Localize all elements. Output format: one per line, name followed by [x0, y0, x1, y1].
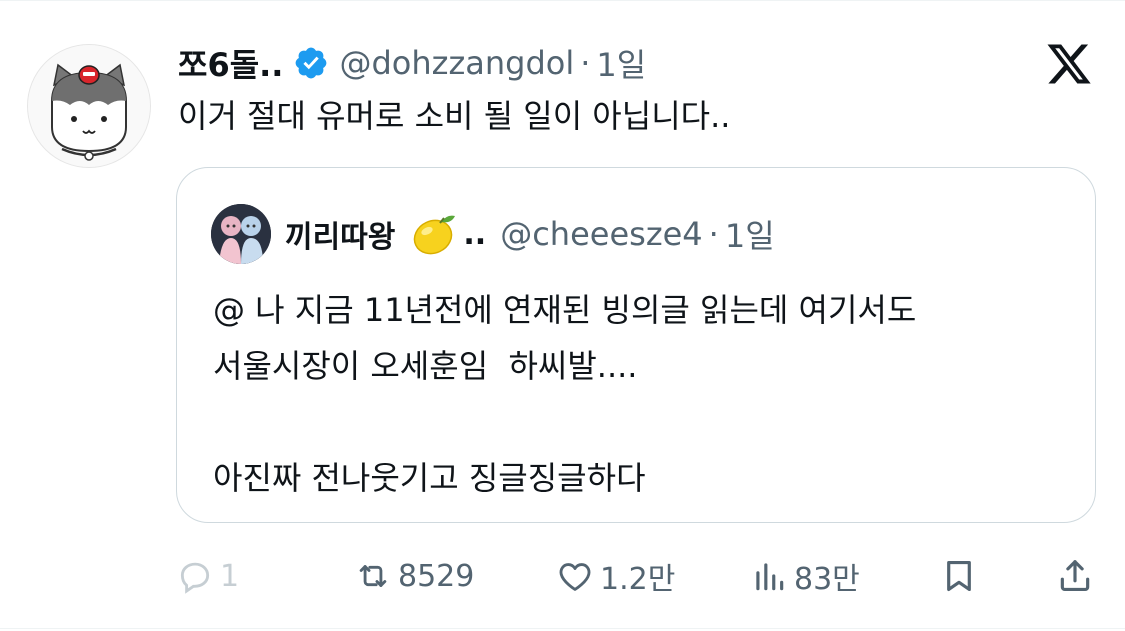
reply-button[interactable]: 1 [176, 550, 239, 602]
tweet-timestamp[interactable]: 1일 [596, 40, 646, 86]
bottom-divider [0, 628, 1125, 629]
quoted-tweet[interactable]: 끼리따왕 .. @cheeesze4 · 1일 @ 나 지금 11년전에 연재된… [176, 167, 1096, 523]
lemon-icon [407, 208, 459, 260]
analytics-icon [756, 563, 784, 591]
quoted-tweet-text: @ 나 지금 11년전에 연재된 빙의글 읽는데 여기서도 서울시장이 오세훈임… [213, 291, 917, 497]
retweet-count: 8529 [398, 558, 475, 594]
like-count: 1.2만 [600, 562, 676, 597]
top-divider [0, 0, 1125, 1]
separator-dot: · [580, 44, 591, 82]
share-icon [1060, 560, 1090, 592]
bookmark-icon [947, 560, 971, 592]
bookmark-button[interactable] [940, 550, 978, 602]
retweet-icon [359, 565, 387, 587]
like-button[interactable]: 1.2만 [556, 550, 675, 602]
author-avatar[interactable] [27, 44, 151, 168]
quoted-name-ellipsis: .. [463, 216, 487, 252]
author-display-name[interactable]: 쪼6돌.. [178, 40, 283, 86]
quoted-timestamp[interactable]: 1일 [725, 211, 775, 257]
tweet-header: 쪼6돌.. @dohzzangdol · 1일 [178, 40, 646, 86]
views-button[interactable]: 83만 [750, 550, 860, 602]
quoted-author-avatar[interactable] [211, 204, 271, 264]
tweet-card[interactable]: 쪼6돌.. @dohzzangdol · 1일 이거 절대 유머로 소비 될 일… [0, 0, 1125, 631]
views-count: 83만 [794, 562, 860, 597]
author-handle[interactable]: @dohzzangdol [339, 44, 574, 82]
x-logo-icon[interactable] [1044, 40, 1094, 88]
reply-count: 1 [220, 558, 240, 594]
quoted-author-handle[interactable]: @cheeesze4 [500, 215, 702, 253]
action-bar: 1 8529 1.2만 83만 [0, 550, 1125, 602]
share-button[interactable] [1056, 550, 1094, 602]
quoted-tweet-header: 끼리따왕 .. @cheeesze4 · 1일 [285, 208, 775, 260]
quoted-author-name[interactable]: 끼리따왕 [285, 212, 395, 256]
tweet-text: 이거 절대 유머로 소비 될 일이 아닙니다.. [178, 97, 731, 135]
reply-icon [180, 562, 210, 594]
heart-icon [559, 563, 591, 591]
verified-badge-icon [293, 45, 329, 81]
quoted-separator-dot: · [708, 215, 719, 253]
retweet-button[interactable]: 8529 [354, 550, 474, 602]
cat-mascot-avatar [28, 45, 150, 167]
